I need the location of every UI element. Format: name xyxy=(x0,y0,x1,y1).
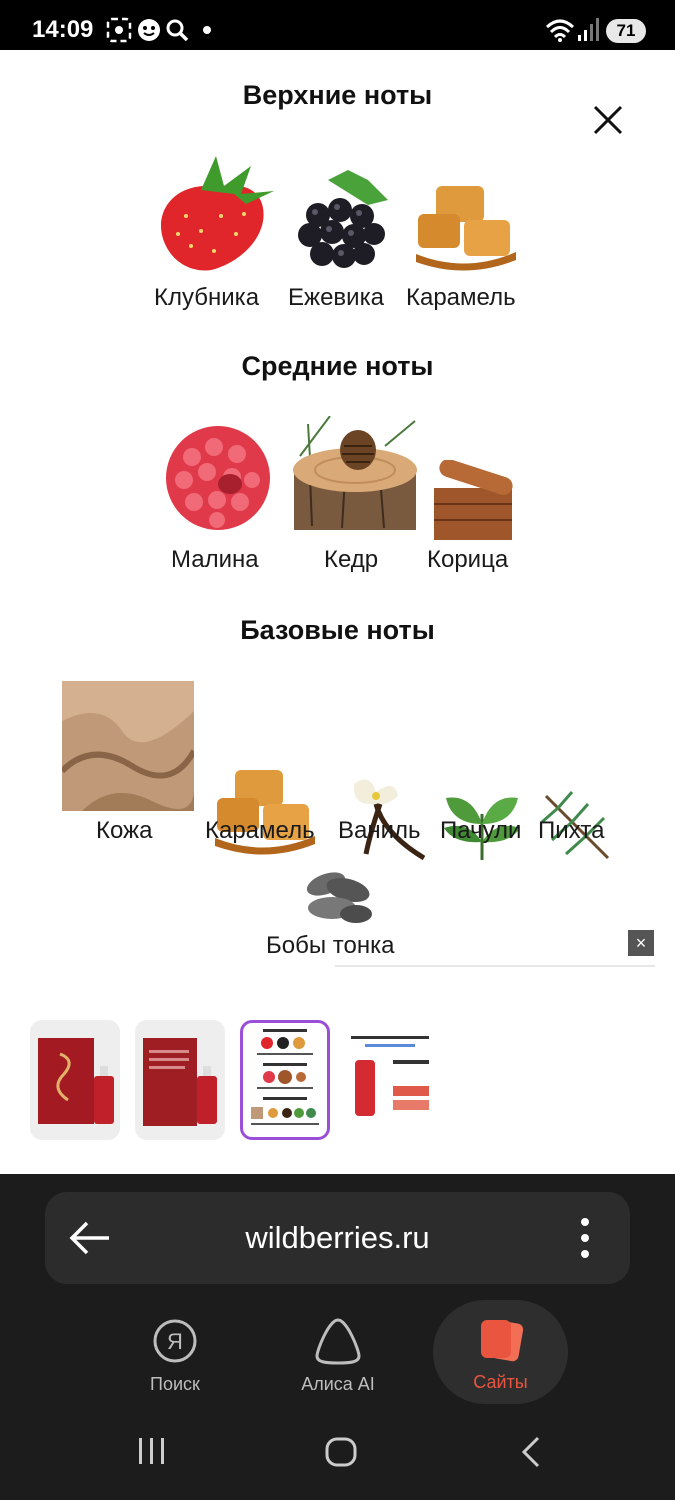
divider xyxy=(335,965,655,967)
battery-indicator: 71 xyxy=(606,19,646,43)
sites-icon xyxy=(481,1320,524,1362)
yandex-search-icon: Я xyxy=(153,1319,197,1363)
screenshot-icon xyxy=(106,17,132,43)
nav-alice[interactable]: Алиса AI xyxy=(273,1302,403,1402)
thumbnail-product-info[interactable] xyxy=(345,1020,435,1140)
wifi-icon xyxy=(545,19,575,42)
note-label: Карамель xyxy=(205,817,315,844)
nav-search[interactable]: Я Поиск xyxy=(110,1302,240,1402)
note-label: Ваниль xyxy=(338,817,421,844)
home-icon[interactable] xyxy=(324,1436,358,1468)
svg-text:Я: Я xyxy=(167,1329,183,1354)
strawberry-image xyxy=(161,156,274,271)
caramel-image xyxy=(215,770,315,855)
note-label: Кедр xyxy=(324,546,379,573)
browser-toolbar: wildberries.ru Я Поиск Алиса AI Сайты xyxy=(0,1174,675,1500)
more-menu-icon[interactable] xyxy=(573,1216,597,1260)
url-text: wildberries.ru xyxy=(245,1220,430,1255)
leather-image xyxy=(62,681,194,811)
nav-sites[interactable]: Сайты xyxy=(433,1300,568,1404)
note-label: Пачули xyxy=(440,817,522,844)
note-label: Клубника xyxy=(154,284,260,311)
dot-icon xyxy=(203,26,211,34)
address-bar[interactable]: wildberries.ru xyxy=(45,1192,630,1284)
recent-apps-icon[interactable] xyxy=(135,1436,169,1466)
tonka-beans-image xyxy=(306,872,372,923)
alice-icon xyxy=(315,1318,361,1365)
status-bar: 14:09 71 xyxy=(0,0,675,50)
ad-close-button[interactable]: × xyxy=(628,930,654,956)
base-notes-title: Базовые ноты xyxy=(240,615,435,645)
nav-label: Алиса AI xyxy=(301,1374,375,1394)
middle-notes-title: Средние ноты xyxy=(241,351,434,381)
system-back-icon[interactable] xyxy=(516,1436,546,1468)
cedar-wood-image xyxy=(293,416,417,530)
note-label: Корица xyxy=(427,546,509,573)
raspberry-image xyxy=(166,426,270,530)
note-label: Ежевика xyxy=(288,284,384,311)
signal-icon xyxy=(578,18,599,41)
product-image-viewer: Верхние ноты Клубника Ежевика Карамель С… xyxy=(0,50,675,1174)
status-time: 14:09 xyxy=(32,16,94,43)
top-notes-title: Верхние ноты xyxy=(242,80,433,110)
nav-label: Поиск xyxy=(150,1374,200,1394)
note-label: Кожа xyxy=(96,817,153,844)
caramel-image xyxy=(416,186,516,271)
nav-label: Сайты xyxy=(473,1372,528,1392)
cinnamon-image xyxy=(434,460,513,540)
thumbnail-product-box-back[interactable] xyxy=(135,1020,225,1140)
face-icon xyxy=(138,19,160,41)
thumbnail-product-box-front[interactable] xyxy=(30,1020,120,1140)
blackberry-image xyxy=(298,170,388,268)
note-label: Карамель xyxy=(406,284,516,311)
thumbnail-notes-chart[interactable] xyxy=(240,1020,330,1140)
search-icon xyxy=(166,19,189,42)
note-label: Пихта xyxy=(538,817,605,844)
note-label: Малина xyxy=(171,546,259,573)
note-label: Бобы тонка xyxy=(266,932,395,959)
